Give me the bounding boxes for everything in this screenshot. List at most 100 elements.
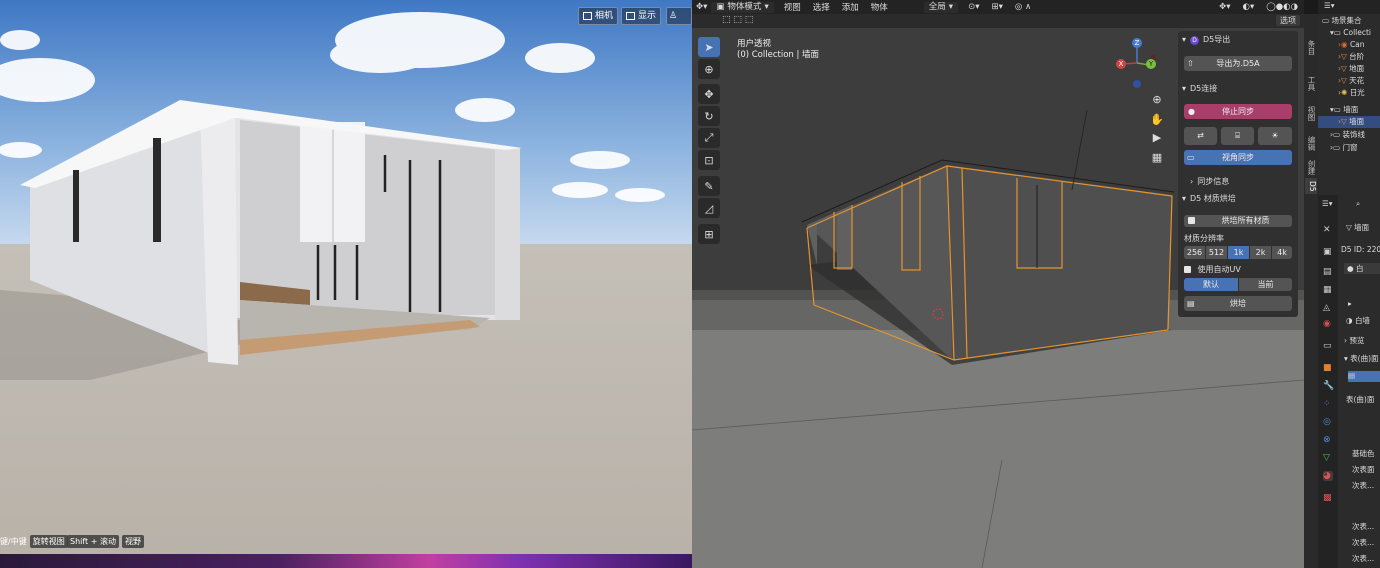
add-cube-tool[interactable]: ⊞: [698, 224, 720, 244]
scale-tool[interactable]: ⤢: [698, 128, 720, 148]
d5-export-section[interactable]: ▾ D D5导出: [1182, 34, 1230, 46]
preview-section[interactable]: › 预览: [1344, 335, 1364, 346]
outliner-root[interactable]: ▭ 场景集合: [1318, 15, 1380, 27]
blender-3d-viewport[interactable]: ✥▾ ▣ 物体模式 ▾ 视图 选择 添加 物体 全局 ▾ ⊙▾ ⊞▾ ◎ ∧ ✥…: [692, 0, 1304, 568]
shading-modes-icon[interactable]: ◯●◐◑: [1260, 2, 1304, 12]
tab-view[interactable]: 视图: [1305, 102, 1317, 124]
outliner-item[interactable]: ›✺ 日光: [1318, 87, 1380, 99]
overlay-toggle-icon[interactable]: ◐▾: [1237, 2, 1261, 12]
auto-uv-checkbox[interactable]: 使用自动UV: [1184, 264, 1241, 275]
tab-edit[interactable]: 编辑: [1305, 132, 1317, 154]
render-icon[interactable]: ▣: [1323, 247, 1333, 257]
d5-connect-section[interactable]: ▾ D5连接: [1182, 83, 1217, 95]
res-4k[interactable]: 4k: [1272, 246, 1292, 259]
options-dropdown[interactable]: 选项: [1276, 15, 1300, 26]
mesh-icon: ›▽: [1338, 64, 1347, 73]
outliner-item[interactable]: ›▭ 装饰线: [1318, 129, 1380, 141]
cursor-tool[interactable]: ⊕: [698, 59, 720, 79]
res-256[interactable]: 256: [1184, 246, 1205, 259]
outliner-item[interactable]: ›▭ 门窗: [1318, 142, 1380, 154]
camera-view-icon[interactable]: ▶: [1149, 130, 1165, 146]
export-d5a-button[interactable]: ⇧ 导出为.D5A: [1184, 56, 1292, 71]
sync-light-button[interactable]: ☀: [1258, 127, 1292, 145]
material-slot[interactable]: ● 白: [1344, 263, 1380, 274]
outliner-item[interactable]: ›◉ Can: [1318, 39, 1380, 51]
world-icon[interactable]: ◉: [1323, 319, 1333, 329]
move-tool[interactable]: ✥: [698, 84, 720, 104]
bake-button[interactable]: ▤ 烘培: [1184, 296, 1292, 311]
current-option[interactable]: 当前: [1239, 278, 1292, 291]
grid-ortho-icon[interactable]: ▦: [1149, 150, 1165, 166]
pivot-icon[interactable]: ⊙▾: [962, 2, 985, 12]
gizmo-z[interactable]: Z: [1132, 38, 1142, 48]
menu-add[interactable]: 添加: [836, 1, 865, 13]
constraints-icon[interactable]: ⊗: [1323, 435, 1333, 445]
collection-icon[interactable]: ▭: [1323, 341, 1333, 351]
outliner-header: ☰▾: [1318, 0, 1380, 14]
person-button[interactable]: ♙: [666, 7, 692, 25]
sync-arrows-button[interactable]: ⇄: [1184, 127, 1217, 145]
res-2k[interactable]: 2k: [1250, 246, 1271, 259]
texture-icon[interactable]: ▩: [1323, 493, 1333, 503]
view-layer-icon[interactable]: ▦: [1323, 285, 1333, 295]
res-1k[interactable]: 1k: [1228, 246, 1249, 259]
tab-item[interactable]: 条目: [1305, 36, 1317, 58]
res-512[interactable]: 512: [1206, 246, 1227, 259]
camera-button[interactable]: 相机: [578, 7, 619, 25]
output-icon[interactable]: ▤: [1323, 267, 1333, 277]
sync-info-section[interactable]: › 同步信息: [1190, 176, 1229, 188]
rotate-tool[interactable]: ↻: [698, 106, 720, 126]
mode-dropdown[interactable]: ▣ 物体模式 ▾: [711, 1, 774, 13]
camera-button-label: 相机: [595, 11, 614, 21]
physics-icon[interactable]: ◎: [1323, 417, 1333, 427]
menu-view[interactable]: 视图: [778, 1, 807, 13]
tool-icon[interactable]: ✕: [1323, 225, 1333, 235]
default-option[interactable]: 默认: [1184, 278, 1238, 291]
menu-object[interactable]: 物体: [865, 1, 894, 13]
outliner-item[interactable]: ▾▭ Collecti: [1318, 27, 1380, 39]
select-mode-icons[interactable]: ⬚ ⬚ ⬚: [722, 15, 753, 25]
editor-type-icon[interactable]: ✥▾: [692, 2, 711, 12]
gizmo-toggle-icon[interactable]: ✥▾: [1213, 2, 1236, 12]
tab-create[interactable]: 创建: [1305, 156, 1317, 178]
data-icon[interactable]: ▽: [1323, 453, 1333, 463]
outliner-item-selected[interactable]: ›▽ 墙面: [1318, 116, 1380, 128]
tab-d5[interactable]: D5: [1305, 178, 1317, 194]
annotate-tool[interactable]: ✎: [698, 176, 720, 196]
scene-icon[interactable]: ◬: [1323, 303, 1333, 313]
props-editor-icon[interactable]: ☰▾: [1322, 199, 1333, 208]
transform-tool[interactable]: ⊡: [698, 150, 720, 170]
gizmo-y[interactable]: Y: [1146, 59, 1156, 69]
transform-orientation-dropdown[interactable]: 全局 ▾: [923, 1, 959, 13]
surface-section[interactable]: ▾ 表(曲)面: [1344, 353, 1379, 364]
d5-render-viewport[interactable]: 相机 显示 ♙ 键/中键 旋转视图 Shift + 滚动 视野: [0, 0, 692, 554]
bake-all-toggle[interactable]: 烘培所有材质: [1184, 215, 1292, 227]
pan-hand-icon[interactable]: ✋: [1149, 112, 1165, 128]
select-tool[interactable]: ➤: [698, 37, 720, 57]
particles-icon[interactable]: ⁘: [1323, 399, 1333, 409]
outliner-item[interactable]: ›▽ 台阶: [1318, 51, 1380, 63]
gizmo-x[interactable]: X: [1116, 59, 1126, 69]
tab-tool[interactable]: 工具: [1305, 72, 1317, 94]
zoom-icon[interactable]: ⊕: [1149, 92, 1165, 108]
outliner-editor-icon[interactable]: ☰▾: [1324, 1, 1335, 10]
sync-camera-button[interactable]: ⌸: [1221, 127, 1254, 145]
stop-sync-button[interactable]: ● 停止同步: [1184, 104, 1292, 119]
material-selector[interactable]: ◑ 白墙: [1346, 315, 1370, 326]
view-sync-button[interactable]: ▭ 视角同步: [1184, 150, 1292, 165]
outliner-item[interactable]: ›▽ 天花: [1318, 75, 1380, 87]
object-icon[interactable]: ■: [1323, 363, 1333, 373]
material-icon[interactable]: ◕: [1323, 471, 1333, 481]
display-button[interactable]: 显示: [621, 7, 662, 25]
search-icon[interactable]: ⌕: [1356, 199, 1360, 209]
menu-select[interactable]: 选择: [807, 1, 836, 13]
measure-tool[interactable]: ◿: [698, 198, 720, 218]
snap-icon[interactable]: ⊞▾: [985, 2, 1008, 12]
outliner-item[interactable]: ▾▭ 墙面: [1318, 104, 1380, 116]
axis-gizmo[interactable]: Z X Y: [1112, 35, 1162, 90]
proportional-edit-icon[interactable]: ◎ ∧: [1009, 2, 1037, 12]
surface-node-button[interactable]: ▤: [1348, 371, 1380, 382]
d5-bake-section[interactable]: ▾ D5 材质烘培: [1182, 193, 1236, 205]
outliner-item[interactable]: ›▽ 地面: [1318, 63, 1380, 75]
modifier-icon[interactable]: 🔧: [1323, 381, 1334, 391]
